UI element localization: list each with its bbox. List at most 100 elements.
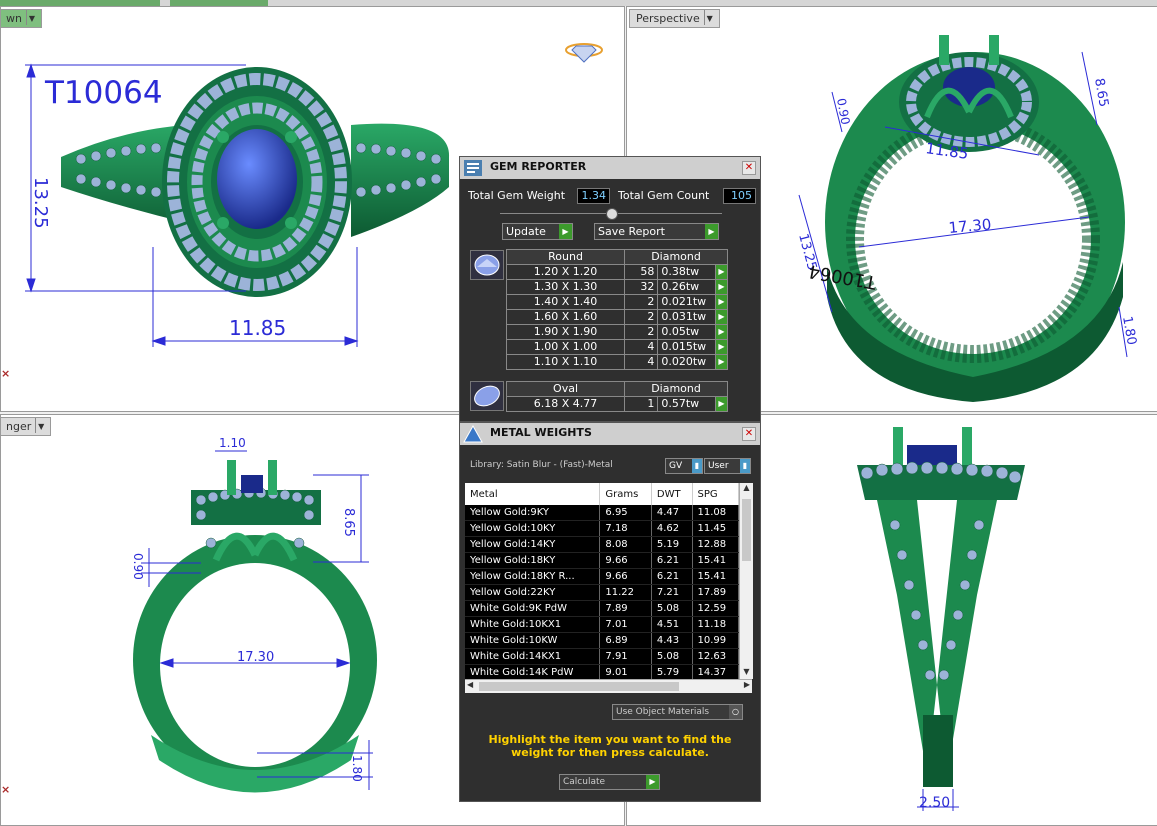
metal-weights-icon bbox=[462, 424, 484, 444]
total-gem-weight-label: Total Gem Weight bbox=[468, 189, 566, 202]
scroll-left-icon[interactable]: ◀ bbox=[467, 680, 473, 689]
column-header[interactable]: SPG bbox=[692, 483, 740, 505]
slider-handle[interactable] bbox=[606, 208, 618, 220]
table-cell: Yellow Gold:9KY bbox=[465, 505, 601, 521]
gem-row[interactable]: 1.20 X 1.20 58 0.38tw ▶ bbox=[505, 264, 729, 280]
scroll-up-icon[interactable]: ▲ bbox=[741, 483, 752, 495]
table-cell: 4.43 bbox=[651, 632, 693, 649]
column-header[interactable]: Grams bbox=[599, 483, 652, 505]
gem-size: 1.30 X 1.30 bbox=[505, 279, 626, 295]
gem-shape-header: Oval bbox=[505, 381, 626, 397]
dimension-label: 0.90 bbox=[131, 553, 145, 580]
table-row[interactable]: Yellow Gold:10KY 7.18 4.62 11.45 bbox=[465, 520, 740, 537]
table-row[interactable]: Yellow Gold:14KY 8.08 5.19 12.88 bbox=[465, 536, 740, 553]
dimension-label: 1.80 bbox=[350, 755, 364, 782]
gem-weight: 0.05tw bbox=[657, 324, 716, 340]
table-cell: 9.66 bbox=[599, 552, 652, 569]
scroll-thumb[interactable] bbox=[479, 682, 679, 691]
table-cell: Yellow Gold:10KY bbox=[465, 520, 601, 537]
scroll-thumb[interactable] bbox=[742, 499, 751, 561]
table-cell: 11.18 bbox=[692, 616, 740, 633]
horizontal-scrollbar[interactable]: ◀ ▶ bbox=[465, 679, 752, 693]
gem-row[interactable]: 6.18 X 4.77 1 0.57tw ▶ bbox=[505, 396, 729, 412]
column-header[interactable]: Metal bbox=[465, 483, 601, 505]
gem-weight: 0.021tw bbox=[657, 294, 716, 310]
table-row[interactable]: White Gold:10KX1 7.01 4.51 11.18 bbox=[465, 616, 740, 633]
gem-row[interactable]: 1.30 X 1.30 32 0.26tw ▶ bbox=[505, 279, 729, 295]
gem-size: 1.40 X 1.40 bbox=[505, 294, 626, 310]
gem-row[interactable]: 1.10 X 1.10 4 0.020tw ▶ bbox=[505, 354, 729, 370]
table-cell: Yellow Gold:18KY bbox=[465, 552, 601, 569]
table-cell: 6.95 bbox=[599, 505, 652, 521]
scroll-right-icon[interactable]: ▶ bbox=[744, 680, 750, 689]
gem-row[interactable]: 1.60 X 1.60 2 0.031tw ▶ bbox=[505, 309, 729, 325]
table-cell: 12.59 bbox=[692, 600, 740, 617]
metal-weights-titlebar[interactable]: METAL WEIGHTS ✕ bbox=[460, 423, 760, 445]
table-cell: 7.01 bbox=[599, 616, 652, 633]
gem-size: 1.20 X 1.20 bbox=[505, 264, 626, 280]
gem-weight: 0.031tw bbox=[657, 309, 716, 325]
table-cell: 8.08 bbox=[599, 536, 652, 553]
play-arrow-icon[interactable]: ▶ bbox=[714, 396, 729, 412]
gem-row[interactable]: 1.40 X 1.40 2 0.021tw ▶ bbox=[505, 294, 729, 310]
play-arrow-icon[interactable]: ▶ bbox=[714, 264, 729, 280]
table-cell: 6.89 bbox=[599, 632, 652, 649]
dimension-label: 2.50 bbox=[919, 795, 950, 811]
dimension-label: 1.80 bbox=[1119, 315, 1139, 346]
table-row[interactable]: Yellow Gold:9KY 6.95 4.47 11.08 bbox=[465, 505, 740, 521]
gem-reporter-titlebar[interactable]: GEM REPORTER ✕ bbox=[460, 157, 760, 179]
vertical-scrollbar[interactable]: ▲ ▼ bbox=[739, 483, 753, 679]
gem-count: 58 bbox=[624, 264, 659, 280]
save-report-button[interactable]: Save Report ▶ bbox=[594, 223, 719, 240]
table-cell: 4.51 bbox=[651, 616, 693, 633]
play-arrow-icon[interactable]: ▶ bbox=[714, 324, 729, 340]
table-cell: 5.08 bbox=[651, 648, 693, 665]
play-arrow-icon[interactable]: ▶ bbox=[714, 279, 729, 295]
user-toggle[interactable]: User ▮ bbox=[704, 458, 751, 474]
table-row[interactable]: White Gold:10KW 6.89 4.43 10.99 bbox=[465, 632, 740, 649]
play-arrow-icon[interactable]: ▶ bbox=[714, 294, 729, 310]
gem-size: 1.90 X 1.90 bbox=[505, 324, 626, 340]
table-row[interactable]: White Gold:9K PdW 7.89 5.08 12.59 bbox=[465, 600, 740, 617]
metal-weights-panel: METAL WEIGHTS ✕ Library: Satin Blur - (F… bbox=[459, 422, 761, 802]
table-row[interactable]: White Gold:14KX1 7.91 5.08 12.63 bbox=[465, 648, 740, 665]
round-gem-icon bbox=[470, 250, 504, 280]
table-row[interactable]: Yellow Gold:22KY 11.22 7.21 17.89 bbox=[465, 584, 740, 601]
gem-count: 4 bbox=[624, 339, 659, 355]
gem-row[interactable]: 1.00 X 1.00 4 0.015tw ▶ bbox=[505, 339, 729, 355]
table-cell: White Gold:10KW bbox=[465, 632, 601, 649]
close-icon[interactable]: ✕ bbox=[742, 161, 756, 175]
table-cell: Yellow Gold:22KY bbox=[465, 584, 601, 601]
calculate-button[interactable]: Calculate ▶ bbox=[559, 774, 660, 790]
gem-reporter-icon bbox=[462, 158, 484, 178]
table-cell: 7.18 bbox=[599, 520, 652, 537]
axis-marker-icon: × bbox=[1, 783, 11, 796]
play-arrow-icon[interactable]: ▶ bbox=[714, 339, 729, 355]
table-cell: 10.99 bbox=[692, 632, 740, 649]
table-row[interactable]: Yellow Gold:18KY R... 9.66 6.21 15.41 bbox=[465, 568, 740, 585]
update-button[interactable]: Update ▶ bbox=[502, 223, 573, 240]
gv-toggle[interactable]: GV ▮ bbox=[665, 458, 703, 474]
dimension-label: 17.30 bbox=[237, 650, 274, 665]
gem-row[interactable]: 1.90 X 1.90 2 0.05tw ▶ bbox=[505, 324, 729, 340]
table-cell: White Gold:9K PdW bbox=[465, 600, 601, 617]
oval-gem-table: Oval Diamond 6.18 X 4.77 1 0.57tw ▶ bbox=[505, 381, 729, 412]
table-cell: Yellow Gold:14KY bbox=[465, 536, 601, 553]
gem-count: 4 bbox=[624, 354, 659, 370]
table-cell: 7.91 bbox=[599, 648, 652, 665]
scroll-down-icon[interactable]: ▼ bbox=[741, 667, 752, 679]
gem-count: 2 bbox=[624, 294, 659, 310]
table-row[interactable]: Yellow Gold:18KY 9.66 6.21 15.41 bbox=[465, 552, 740, 569]
gem-size: 1.00 X 1.00 bbox=[505, 339, 626, 355]
close-icon[interactable]: ✕ bbox=[742, 427, 756, 441]
play-arrow-icon[interactable]: ▶ bbox=[714, 309, 729, 325]
dimension-label: 8.65 bbox=[1091, 77, 1111, 108]
gem-size: 1.10 X 1.10 bbox=[505, 354, 626, 370]
toggle-icon: ▮ bbox=[692, 459, 702, 473]
column-header[interactable]: DWT bbox=[651, 483, 693, 505]
dimension-label: 11.85 bbox=[229, 316, 286, 340]
play-arrow-icon[interactable]: ▶ bbox=[714, 354, 729, 370]
total-gem-count-value: 105 bbox=[723, 188, 756, 204]
gem-weight: 0.015tw bbox=[657, 339, 716, 355]
use-object-materials-select[interactable]: Use Object Materials ○ bbox=[612, 704, 743, 720]
